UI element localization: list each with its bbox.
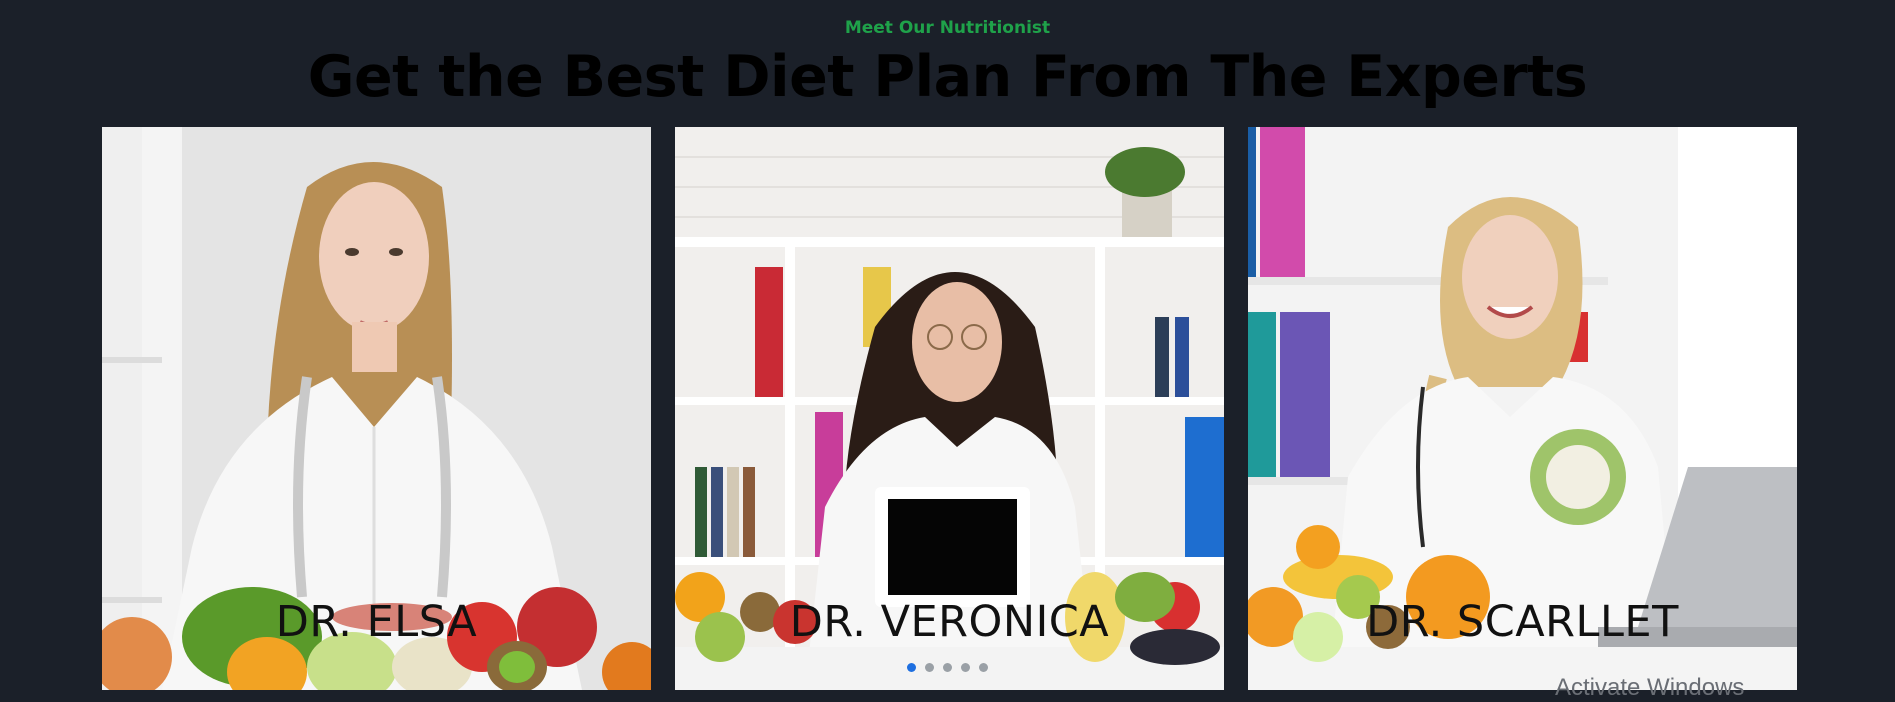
carousel-dot-3[interactable]: [943, 663, 952, 672]
nutritionist-name: DR. VERONICA: [789, 597, 1110, 647]
section-title: Get the Best Diet Plan From The Experts: [307, 44, 1588, 110]
carousel-dot-5[interactable]: [979, 663, 988, 672]
nutritionist-card-elsa[interactable]: DR. ELSA: [102, 127, 651, 690]
nutritionist-card-veronica[interactable]: DR. VERONICA: [675, 127, 1224, 690]
carousel-dot-4[interactable]: [961, 663, 970, 672]
nutritionist-name: DR. ELSA: [275, 597, 478, 647]
carousel-dot-1[interactable]: [907, 663, 916, 672]
carousel-dot-2[interactable]: [925, 663, 934, 672]
section-eyebrow: Meet Our Nutritionist: [844, 18, 1051, 38]
carousel-pagination: [907, 663, 988, 672]
activate-windows-watermark: Activate Windows: [1555, 674, 1745, 701]
nutritionist-card-scarllet[interactable]: DR. SCARLLET: [1248, 127, 1797, 690]
nutritionist-name: DR. SCARLLET: [1366, 597, 1679, 647]
